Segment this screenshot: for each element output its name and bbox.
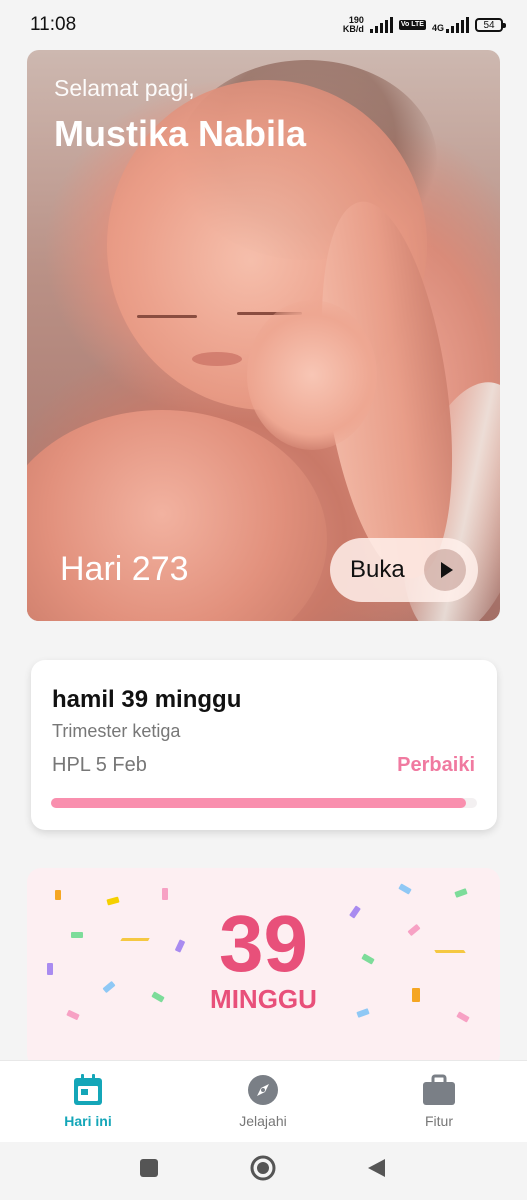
greeting-text: Selamat pagi, — [54, 75, 195, 101]
battery-level: 54 — [483, 19, 495, 31]
week-number: 39 — [219, 899, 308, 988]
confetti-piece — [55, 890, 61, 900]
baby-mouth — [192, 352, 242, 366]
confetti-piece — [398, 883, 412, 895]
confetti-piece — [454, 888, 468, 898]
calendar-icon — [74, 1074, 102, 1105]
confetti-piece — [412, 988, 420, 1002]
confetti-piece — [71, 932, 83, 938]
pregnancy-week-title: hamil 39 minggu — [52, 686, 242, 713]
open-button[interactable]: Buka — [330, 538, 478, 602]
compass-icon — [248, 1075, 278, 1105]
pregnancy-progress-bar — [51, 798, 477, 808]
network-speed: 190 KB/d — [343, 16, 364, 34]
fix-due-date-link[interactable]: Perbaiki — [397, 754, 475, 777]
nav-label-features: Fitur — [425, 1113, 453, 1129]
week-celebration-card[interactable]: 39 MINGGU — [27, 868, 500, 1068]
nav-item-explore[interactable]: Jelajahi — [203, 1073, 323, 1129]
nav-item-features[interactable]: Fitur — [379, 1073, 499, 1129]
day-counter: Hari 273 — [60, 550, 189, 588]
system-navigation-bar — [0, 1142, 527, 1200]
pregnancy-info-card: hamil 39 minggu Trimester ketiga HPL 5 F… — [31, 660, 497, 830]
baby-hero-card[interactable]: Selamat pagi, Mustika Nabila Hari 273 Bu… — [27, 50, 500, 621]
signal-4g-icon: 4G — [432, 17, 469, 33]
trimester-label: Trimester ketiga — [52, 721, 181, 741]
nav-label-explore: Jelajahi — [239, 1113, 287, 1129]
signal-icon — [369, 17, 393, 33]
baby-hand — [247, 300, 377, 450]
status-indicators: 190 KB/d Vo LTE 4G 54 — [343, 16, 506, 34]
pregnancy-progress-fill — [51, 798, 467, 808]
network-type: 4G — [431, 23, 444, 33]
confetti-piece — [47, 963, 53, 975]
nav-item-today[interactable]: Hari ini — [28, 1073, 148, 1129]
briefcase-icon — [423, 1074, 455, 1105]
open-button-label: Buka — [350, 556, 405, 583]
play-icon — [424, 549, 466, 591]
net-speed-unit: KB/d — [342, 24, 364, 34]
due-date: HPL 5 Feb — [52, 754, 147, 776]
user-name: Mustika Nabila — [54, 113, 307, 154]
week-unit: MINGGU — [210, 984, 317, 1014]
bottom-navigation: Hari ini Jelajahi Fitur — [0, 1060, 527, 1143]
nav-label-today: Hari ini — [64, 1113, 112, 1129]
back-icon[interactable] — [365, 1157, 387, 1179]
status-time: 11:08 — [30, 14, 77, 35]
baby-eye-left — [137, 315, 197, 318]
battery-icon: 54 — [475, 18, 506, 32]
status-bar: 11:08 190 KB/d Vo LTE 4G 54 — [0, 0, 527, 50]
recent-apps-icon[interactable] — [138, 1157, 160, 1179]
home-icon[interactable] — [249, 1154, 277, 1182]
confetti-piece — [162, 888, 168, 900]
volte-badge: Vo LTE — [398, 20, 426, 30]
